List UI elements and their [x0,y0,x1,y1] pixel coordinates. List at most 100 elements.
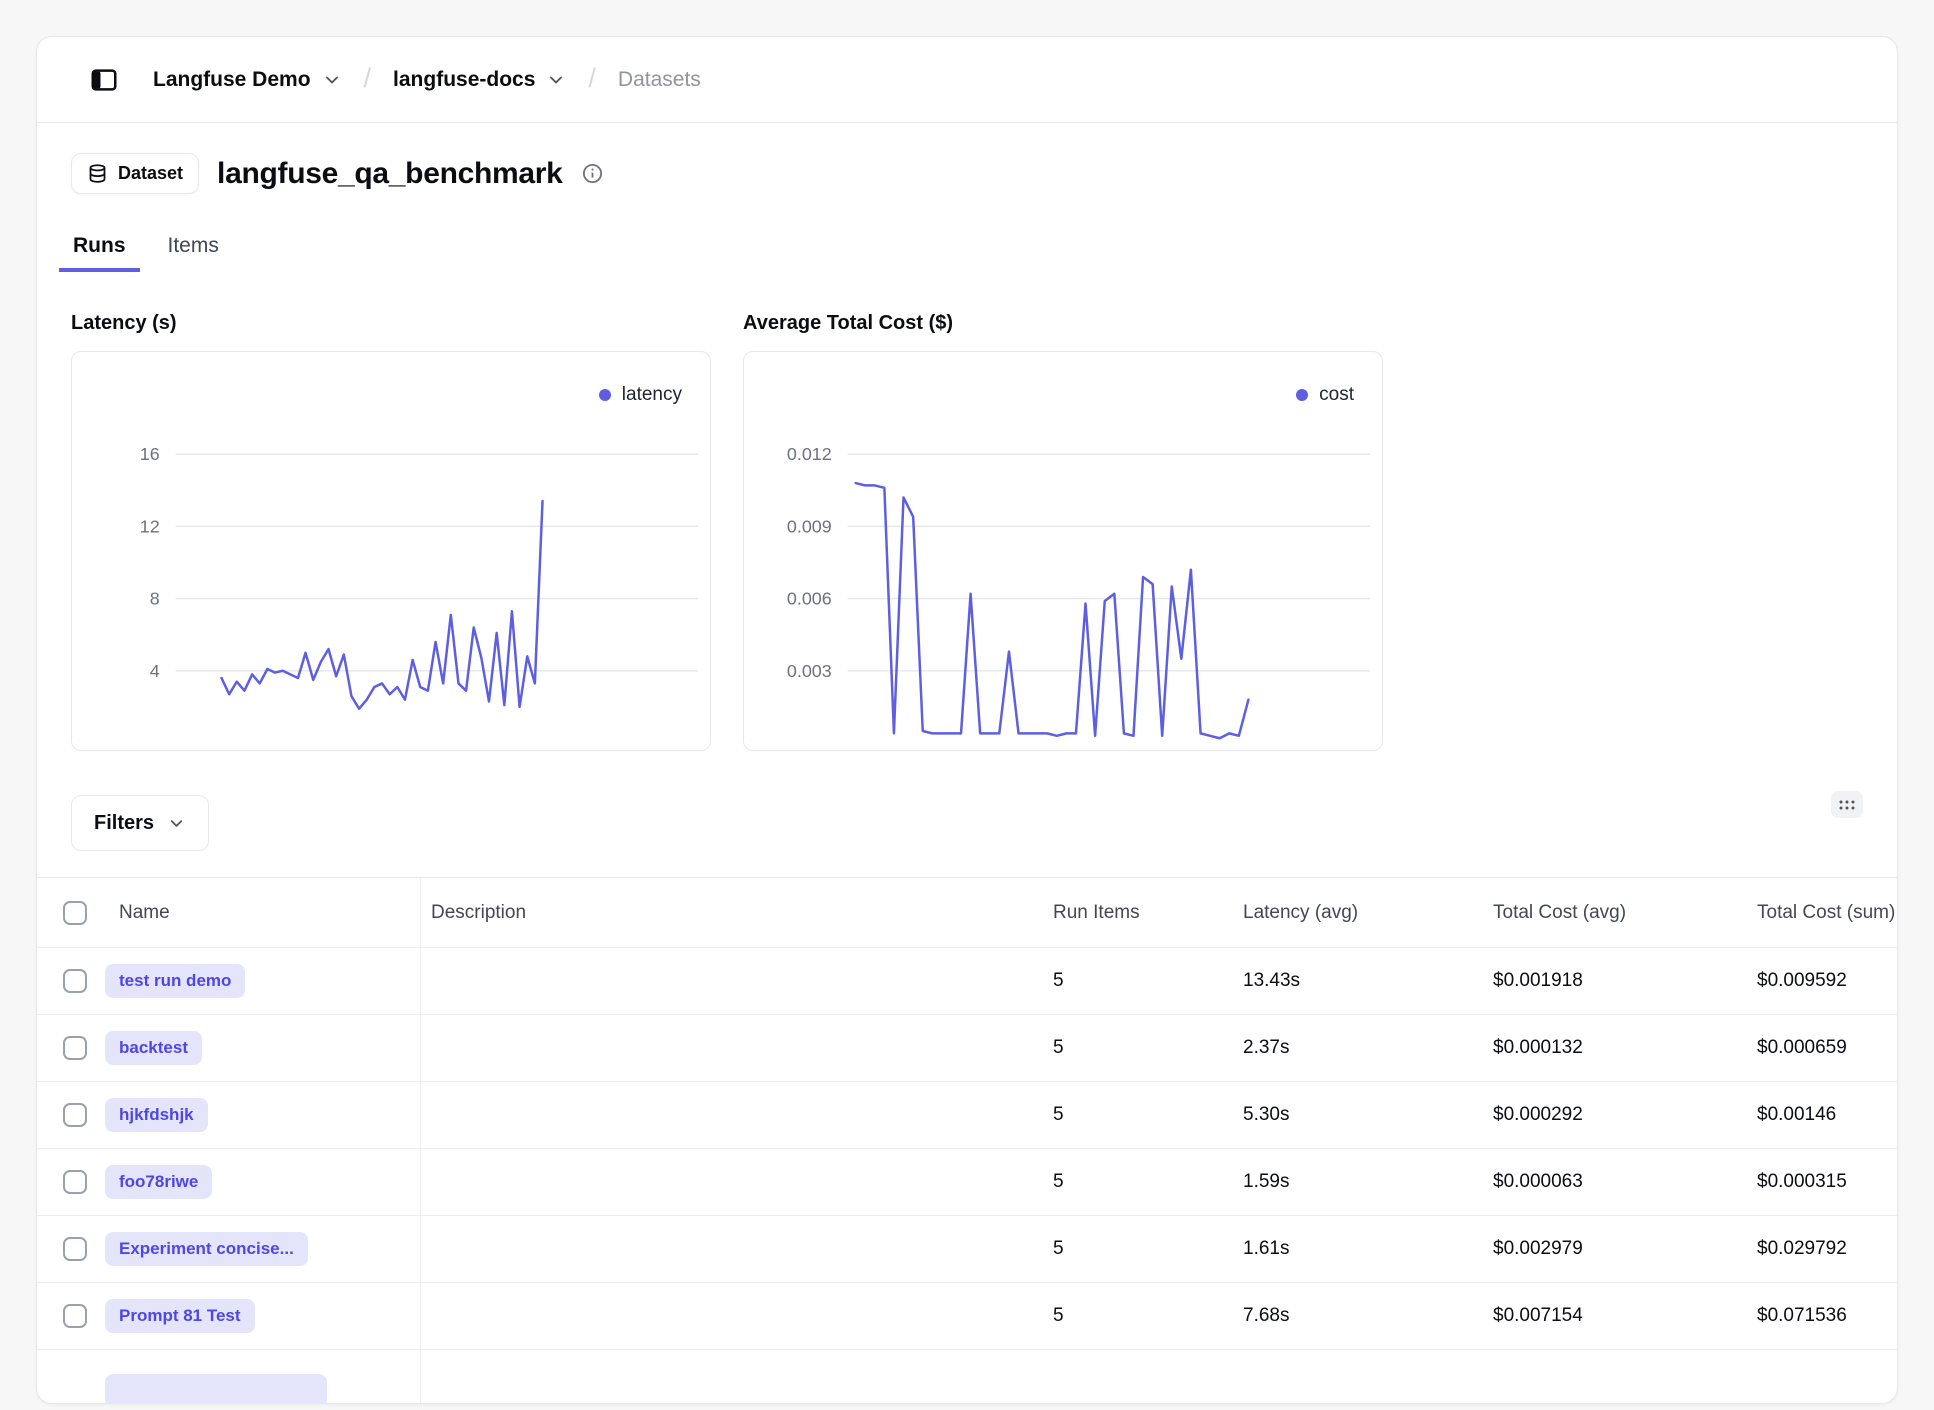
table-header-row: Name Description Run Items Latency (avg)… [37,878,1897,948]
row-checkbox[interactable] [63,1170,87,1194]
cell-total-cost-sum: $0.000315 [1755,1149,1898,1215]
cell-latency-avg: 13.43s [1241,948,1491,1014]
chevron-down-icon [546,70,566,90]
tabs: Runs Items [59,234,1863,272]
cell-description [421,1149,1051,1215]
runs-table: Name Description Run Items Latency (avg)… [37,877,1897,1404]
tab-items[interactable]: Items [154,234,233,272]
breadcrumb-org[interactable]: Langfuse Demo [153,68,342,92]
select-all-checkbox[interactable] [63,901,87,925]
table-body: test run demo 5 13.43s $0.001918 $0.0095… [37,948,1897,1350]
cell-run-items: 5 [1051,1283,1241,1349]
main-card: Langfuse Demo / langfuse-docs / Datasets… [36,36,1898,1404]
drag-handle[interactable] [1831,791,1863,818]
svg-text:0.009: 0.009 [787,516,832,536]
project-name: langfuse-docs [393,68,535,92]
run-name-badge[interactable]: hjkfdshjk [105,1098,208,1132]
cell-run-items: 5 [1051,1015,1241,1081]
cell-description [421,948,1051,1014]
table-row[interactable]: Experiment concise... 5 1.61s $0.002979 … [37,1216,1897,1283]
panel-left-icon [89,65,119,95]
charts-section: Latency (s) latency 481216 Average Total… [71,312,1863,751]
dataset-badge-label: Dataset [118,163,183,184]
svg-text:16: 16 [140,444,160,464]
cell-total-cost-sum: $0.009592 [1755,948,1898,1014]
cell-latency-avg: 1.59s [1241,1149,1491,1215]
latency-chart: latency 481216 [71,351,711,751]
filters-button[interactable]: Filters [71,795,209,851]
filters-label: Filters [94,812,154,835]
svg-text:8: 8 [150,589,160,609]
column-header-total-cost-avg: Total Cost (avg) [1491,878,1755,947]
cell-total-cost-avg: $0.007154 [1491,1283,1755,1349]
cell-run-items: 5 [1051,1216,1241,1282]
cost-chart: cost 0.0030.0060.0090.012 [743,351,1383,751]
dataset-type-badge: Dataset [71,153,199,194]
chevron-down-icon [167,814,186,833]
cell-total-cost-sum: $0.071536 [1755,1283,1898,1349]
info-icon[interactable] [581,162,604,185]
breadcrumb-section[interactable]: Datasets [618,68,701,92]
cell-run-items: 5 [1051,1082,1241,1148]
cell-run-items: 5 [1051,1149,1241,1215]
cell-run-items: 5 [1051,948,1241,1014]
sidebar-toggle-button[interactable] [85,61,123,99]
column-header-description: Description [421,878,1051,947]
latency-chart-block: Latency (s) latency 481216 [71,312,711,751]
cost-chart-block: Average Total Cost ($) cost 0.0030.0060.… [743,312,1383,751]
cell-description [421,1015,1051,1081]
svg-text:0.012: 0.012 [787,444,832,464]
cell-total-cost-sum: $0.000659 [1755,1015,1898,1081]
svg-text:0.003: 0.003 [787,661,832,681]
cell-total-cost-sum: $0.00146 [1755,1082,1898,1148]
row-checkbox[interactable] [63,1103,87,1127]
row-checkbox[interactable] [63,969,87,993]
cost-line-plot: 0.003 0.006 0.009 0.012 [744,352,1382,750]
cell-total-cost-avg: $0.000132 [1491,1015,1755,1081]
run-name-badge[interactable]: foo78riwe [105,1165,212,1199]
database-icon [87,163,108,184]
svg-text:0.006: 0.006 [787,589,832,609]
table-row[interactable]: Prompt 81 Test 5 7.68s $0.007154 $0.0715… [37,1283,1897,1350]
cell-total-cost-avg: $0.002979 [1491,1216,1755,1282]
cell-total-cost-avg: $0.000292 [1491,1082,1755,1148]
latency-line-plot: 481216 [72,352,710,750]
cell-description [421,1082,1051,1148]
grip-dots-icon [1837,798,1857,812]
table-row[interactable]: backtest 5 2.37s $0.000132 $0.000659 [37,1015,1897,1082]
chevron-down-icon [322,70,342,90]
cell-description [421,1283,1051,1349]
org-name: Langfuse Demo [153,68,311,92]
table-row[interactable]: test run demo 5 13.43s $0.001918 $0.0095… [37,948,1897,1015]
breadcrumb: Langfuse Demo / langfuse-docs / Datasets [153,64,701,95]
column-header-total-cost-sum: Total Cost (sum) [1755,878,1898,947]
cell-total-cost-avg: $0.000063 [1491,1149,1755,1215]
table-row[interactable]: foo78riwe 5 1.59s $0.000063 $0.000315 [37,1149,1897,1216]
table-row[interactable]: hjkfdshjk 5 5.30s $0.000292 $0.00146 [37,1082,1897,1149]
page-content: Dataset langfuse_qa_benchmark Runs Items… [37,153,1897,851]
tab-runs[interactable]: Runs [59,234,140,272]
row-checkbox[interactable] [63,1237,87,1261]
cell-description [421,1216,1051,1282]
column-header-run-items: Run Items [1051,878,1241,947]
column-header-latency-avg: Latency (avg) [1241,878,1491,947]
row-checkbox[interactable] [63,1304,87,1328]
run-name-badge[interactable]: Prompt 81 Test [105,1299,255,1333]
table-row-partial [37,1350,1897,1404]
topbar: Langfuse Demo / langfuse-docs / Datasets [37,37,1897,123]
cell-total-cost-avg: $0.001918 [1491,948,1755,1014]
run-name-badge[interactable] [105,1374,327,1404]
cell-latency-avg: 7.68s [1241,1283,1491,1349]
breadcrumb-project[interactable]: langfuse-docs [393,68,566,92]
cell-latency-avg: 5.30s [1241,1082,1491,1148]
column-header-name: Name [101,878,421,947]
row-checkbox[interactable] [63,1036,87,1060]
svg-text:4: 4 [150,661,160,681]
run-name-badge[interactable]: test run demo [105,964,245,998]
run-name-badge[interactable]: backtest [105,1031,202,1065]
dataset-header: Dataset langfuse_qa_benchmark [71,153,1863,194]
cell-latency-avg: 2.37s [1241,1015,1491,1081]
cost-chart-title: Average Total Cost ($) [743,312,1383,335]
run-name-badge[interactable]: Experiment concise... [105,1232,308,1266]
cell-latency-avg: 1.61s [1241,1216,1491,1282]
